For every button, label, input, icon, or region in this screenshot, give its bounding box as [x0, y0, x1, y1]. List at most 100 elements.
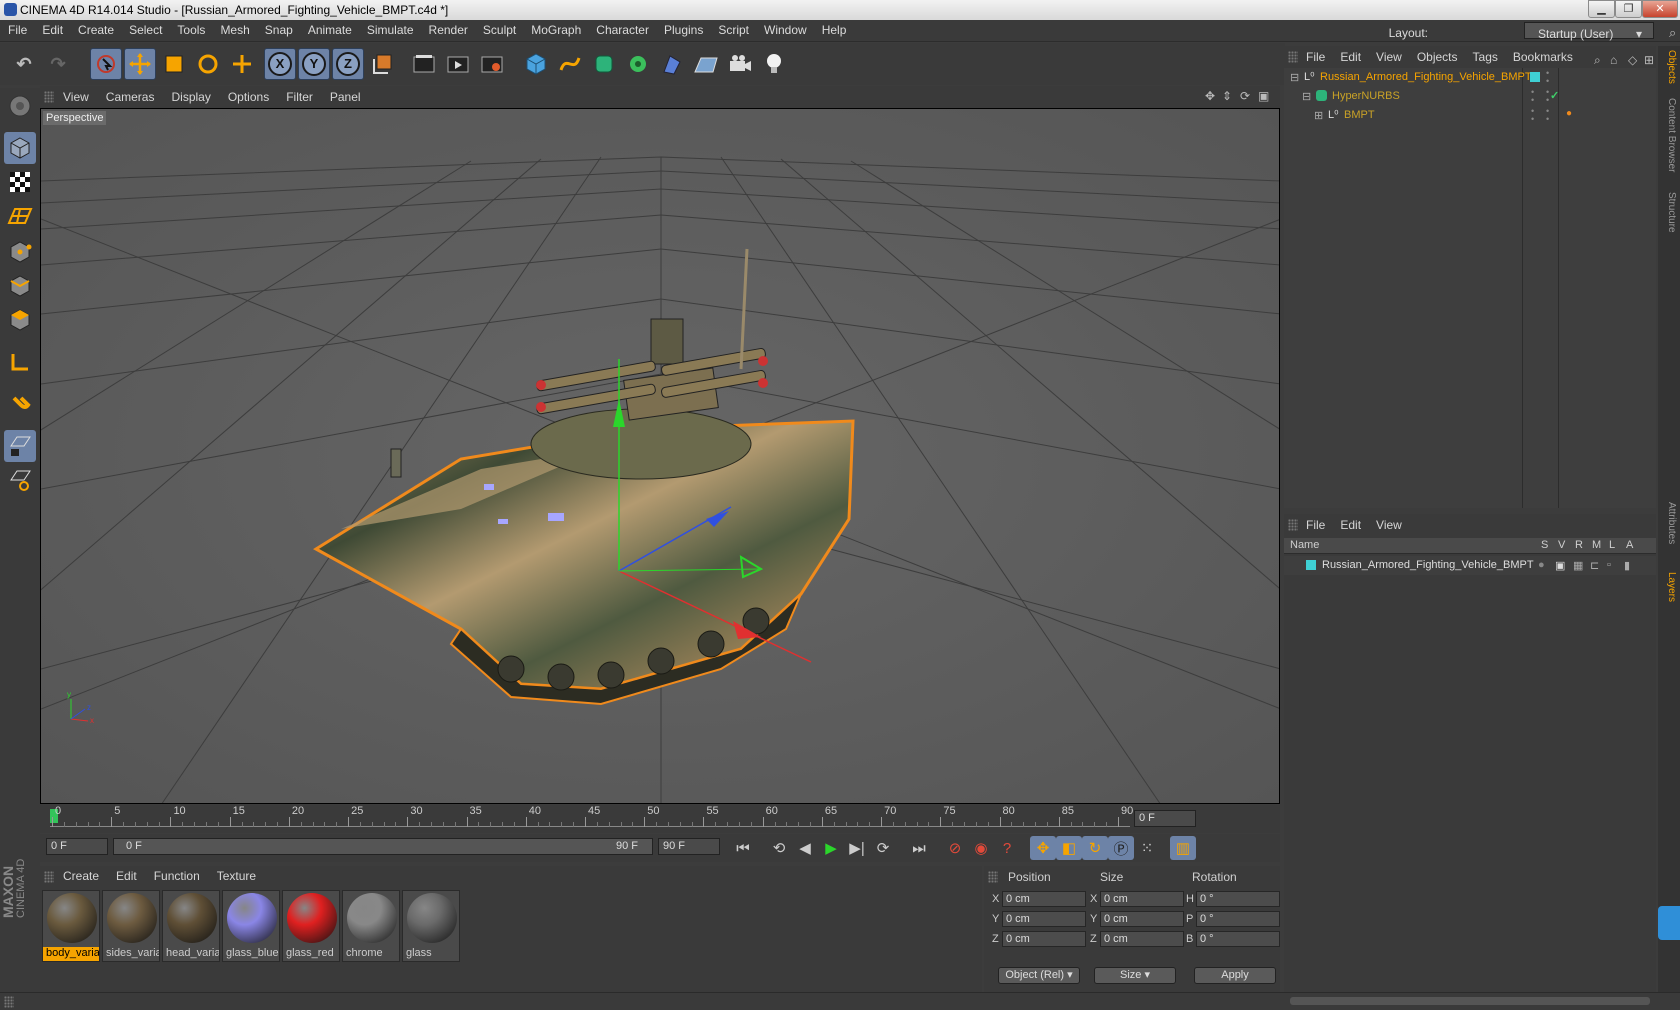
material-swatch[interactable]: chrome	[342, 890, 400, 962]
polygons-mode-icon[interactable]	[4, 304, 36, 336]
layer-color-swatch[interactable]	[1306, 560, 1316, 570]
menu-edit[interactable]: Edit	[34, 20, 70, 37]
position-z-field[interactable]: 0 cm	[1002, 931, 1086, 947]
viewport-menu-display[interactable]: Display	[162, 86, 218, 104]
objects-menu-edit[interactable]: Edit	[1332, 46, 1368, 64]
key-parameter-icon[interactable]: Ⓟ	[1108, 836, 1134, 860]
lock-toggle-icon[interactable]: ▫	[1607, 559, 1611, 571]
timeline-window-icon[interactable]: ▥	[1170, 836, 1196, 860]
menu-sculpt[interactable]: Sculpt	[475, 20, 523, 37]
viewport-menu-filter[interactable]: Filter	[277, 86, 321, 104]
collapse-icon[interactable]: ⊟	[1290, 71, 1299, 84]
material-menu-edit[interactable]: Edit	[107, 866, 145, 883]
help-chat-icon[interactable]	[1658, 906, 1680, 940]
step-forward-icon[interactable]: ▶|	[844, 836, 870, 860]
material-menu-create[interactable]: Create	[54, 866, 107, 883]
rotation-p-field[interactable]: 0 °	[1196, 911, 1280, 927]
visibility-dots-icon[interactable]: • •	[1546, 107, 1549, 124]
object-row-hypernurbs[interactable]: ⊟ HyperNURBS • • • • ✓	[1284, 87, 1656, 106]
snap-magnet-icon[interactable]	[4, 388, 36, 420]
render-view-icon[interactable]	[408, 48, 440, 80]
menu-select[interactable]: Select	[121, 20, 169, 37]
manager-column-header[interactable]: M	[1592, 539, 1601, 551]
menu-character[interactable]: Character	[588, 20, 656, 37]
workplane-lock-icon[interactable]	[4, 430, 36, 462]
material-menu-function[interactable]: Function	[145, 866, 208, 883]
position-x-field[interactable]: 0 cm	[1002, 891, 1086, 907]
menu-tools[interactable]: Tools	[169, 20, 212, 37]
make-editable-icon[interactable]	[4, 90, 36, 122]
cube-primitive-icon[interactable]	[520, 48, 552, 80]
viewport-menu-view[interactable]: View	[54, 86, 97, 104]
material-tag-icon[interactable]: ●	[1566, 108, 1572, 119]
size-y-field[interactable]: 0 cm	[1100, 911, 1184, 927]
animation-toggle-icon[interactable]: ▮	[1624, 559, 1630, 572]
visible-column-header[interactable]: V	[1558, 539, 1565, 551]
object-name[interactable]: Russian_Armored_Fighting_Vehicle_BMPT	[1320, 71, 1532, 83]
objects-menu-objects[interactable]: Objects	[1409, 46, 1465, 64]
material-swatch[interactable]: glass_red	[282, 890, 340, 962]
material-swatch[interactable]: body_varia	[42, 890, 100, 962]
play-icon[interactable]: ▶	[818, 836, 844, 860]
search-icon[interactable]: ⌕	[1661, 22, 1680, 41]
menu-render[interactable]: Render	[421, 20, 475, 37]
layout-select[interactable]: Startup (User) ▾	[1524, 22, 1654, 41]
object-name[interactable]: BMPT	[1344, 109, 1375, 121]
maximize-view-icon[interactable]: ▣	[1258, 89, 1269, 103]
preview-range-slider[interactable]: 0 F 90 F	[113, 838, 653, 855]
current-frame-field[interactable]: 0 F	[1134, 810, 1196, 827]
rotation-h-field[interactable]: 0 °	[1196, 891, 1280, 907]
animation-column-header[interactable]: A	[1626, 539, 1633, 551]
redo-icon[interactable]: ↷	[42, 48, 74, 80]
deformer-icon[interactable]	[656, 48, 688, 80]
scale-tool-icon[interactable]	[158, 48, 190, 80]
drag-handle-icon[interactable]	[44, 871, 54, 883]
menu-file[interactable]: File	[0, 20, 34, 37]
object-row-bmpt[interactable]: ⊞ L⁰ BMPT • • • • ●	[1284, 106, 1656, 125]
light-object-icon[interactable]	[758, 48, 790, 80]
key-position-icon[interactable]: ✥	[1030, 836, 1056, 860]
workplane-mode-icon[interactable]	[4, 200, 36, 232]
apply-button[interactable]: Apply	[1194, 967, 1276, 984]
go-to-end-icon[interactable]: ⏭	[906, 836, 932, 860]
render-picture-viewer-icon[interactable]	[442, 48, 474, 80]
key-scale-icon[interactable]: ◧	[1056, 836, 1082, 860]
key-pla-icon[interactable]: ⁙	[1134, 836, 1160, 860]
loop-icon[interactable]: ⟲	[766, 836, 792, 860]
solo-toggle-icon[interactable]: ●	[1538, 559, 1545, 571]
drag-handle-icon[interactable]	[1288, 519, 1298, 531]
pan-view-icon[interactable]: ✥	[1205, 89, 1215, 103]
menu-window[interactable]: Window	[756, 20, 814, 37]
rotation-b-field[interactable]: 0 °	[1196, 931, 1280, 947]
move-tool-icon[interactable]	[124, 48, 156, 80]
edges-mode-icon[interactable]	[4, 270, 36, 302]
layers-menu-view[interactable]: View	[1368, 514, 1409, 532]
auto-key-icon[interactable]: ◉	[968, 836, 994, 860]
material-swatch[interactable]: glass_blue	[222, 890, 280, 962]
texture-mode-icon[interactable]	[4, 166, 36, 198]
manager-toggle-icon[interactable]: ⊏	[1590, 559, 1599, 572]
menu-create[interactable]: Create	[70, 20, 121, 37]
coordinate-system-icon[interactable]	[366, 48, 398, 80]
material-swatch[interactable]: head_varia	[162, 890, 220, 962]
horizontal-scrollbar[interactable]	[1290, 997, 1650, 1005]
layer-row[interactable]: Russian_Armored_Fighting_Vehicle_BMPT ● …	[1284, 556, 1656, 575]
tab-objects[interactable]: Objects	[1661, 50, 1677, 84]
go-to-start-icon[interactable]: ⏮	[730, 836, 756, 860]
nurbs-icon[interactable]	[588, 48, 620, 80]
object-name[interactable]: HyperNURBS	[1332, 90, 1400, 102]
z-axis-lock-icon[interactable]: Z	[332, 48, 364, 80]
tab-layers[interactable]: Layers	[1661, 572, 1677, 602]
live-selection-icon[interactable]	[90, 48, 122, 80]
visibility-dots-icon[interactable]: • •	[1546, 88, 1549, 105]
undo-icon[interactable]: ↶	[8, 48, 40, 80]
size-x-field[interactable]: 0 cm	[1100, 891, 1184, 907]
objects-menu-bookmarks[interactable]: Bookmarks	[1505, 46, 1580, 64]
keyframe-selection-icon[interactable]: ?	[994, 836, 1020, 860]
position-y-field[interactable]: 0 cm	[1002, 911, 1086, 927]
spline-pen-icon[interactable]	[554, 48, 586, 80]
close-button[interactable]: ✕	[1642, 0, 1678, 18]
visibility-dots-icon[interactable]: • •	[1531, 107, 1534, 124]
viewport-menu-options[interactable]: Options	[219, 86, 277, 104]
rotate-view-icon[interactable]: ⟳	[1240, 89, 1250, 103]
